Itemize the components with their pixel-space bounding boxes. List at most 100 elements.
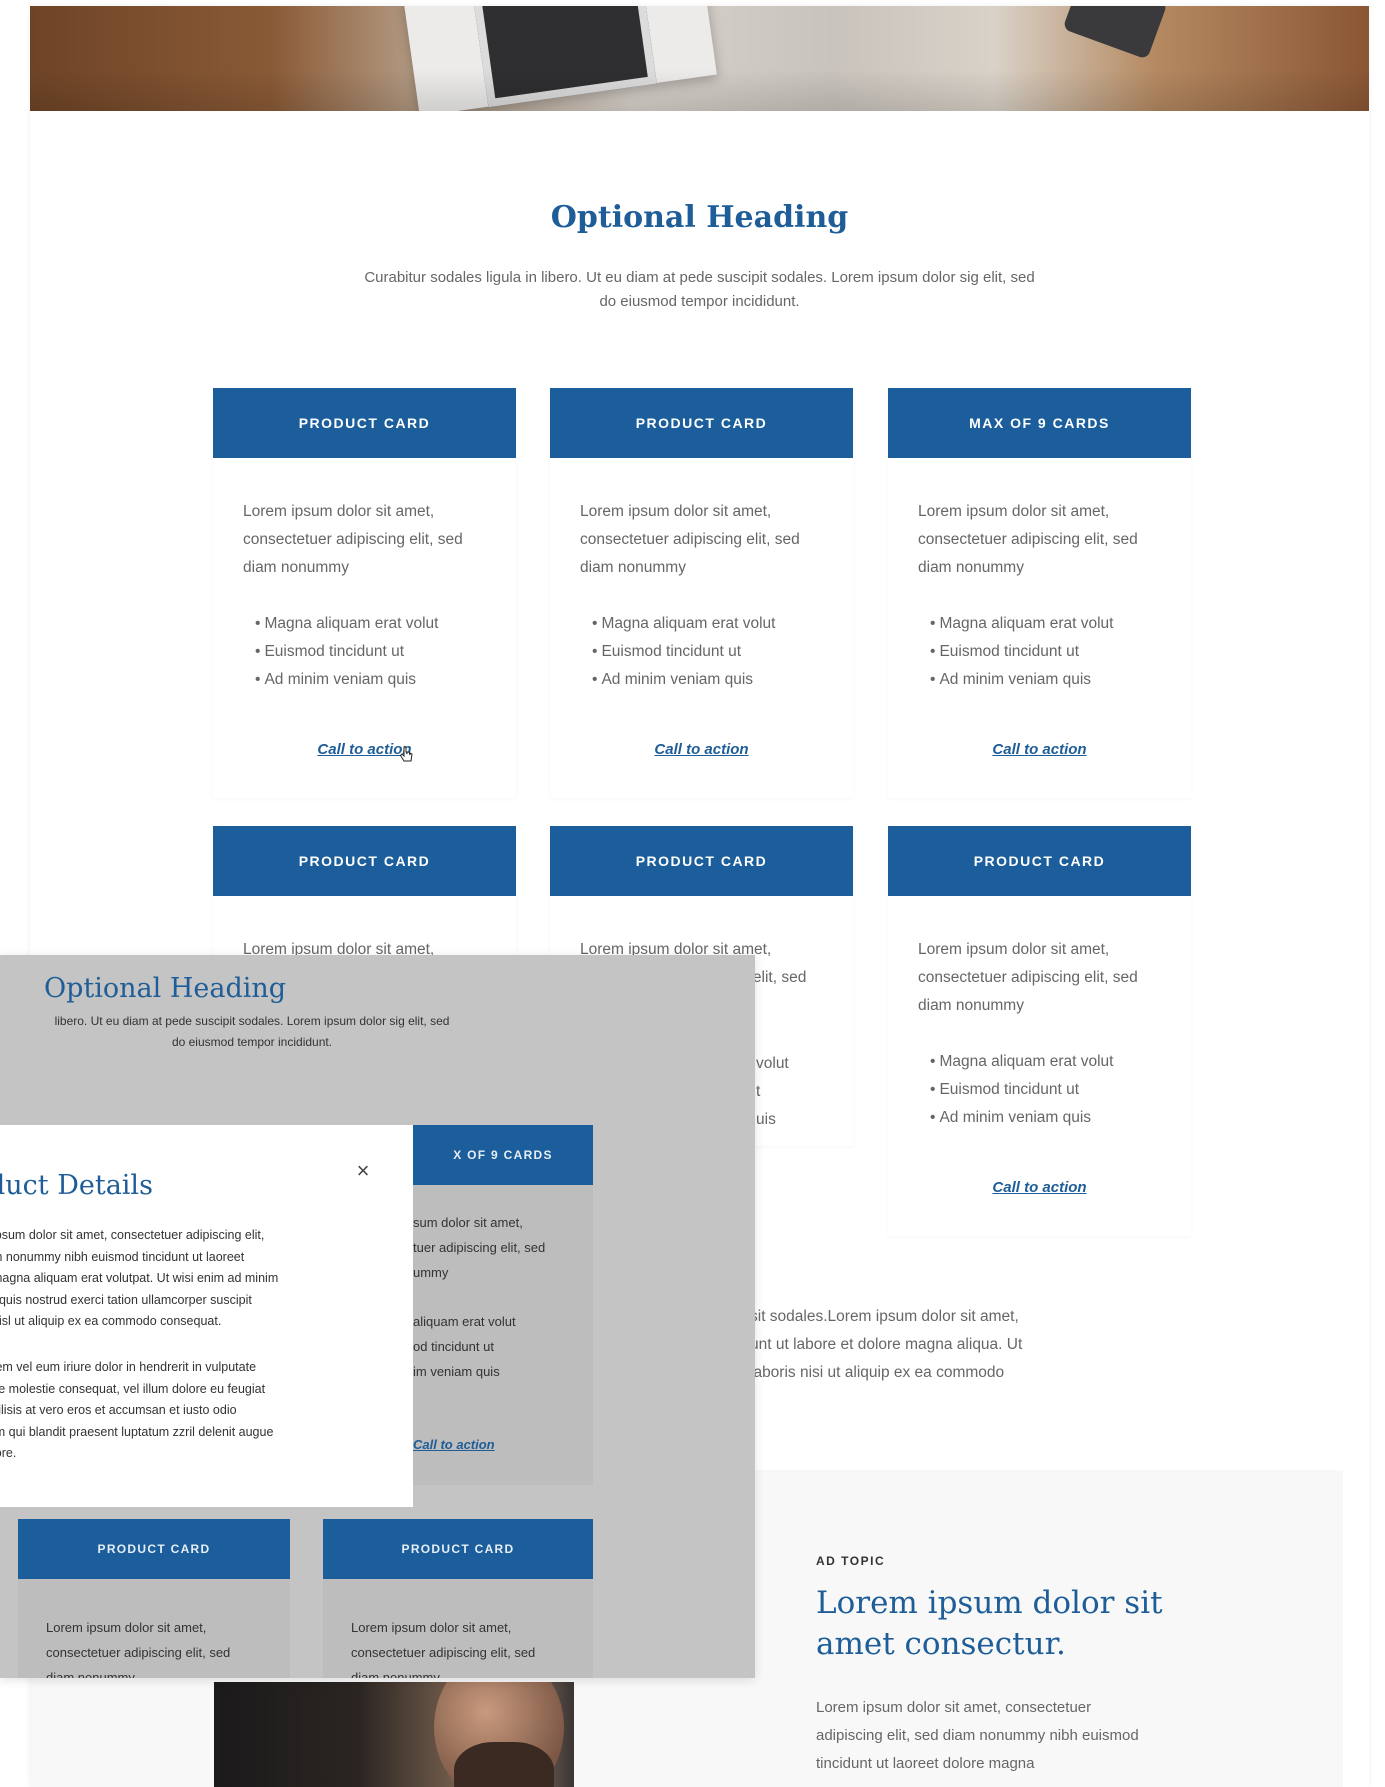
modal-line: se molestie consequat, vel illum dolore …	[0, 1381, 266, 1396]
ad-title-line: Lorem ipsum dolor sit	[816, 1585, 1163, 1621]
paragraph-line: unt ut labore et dolore magna aliqua. Ut	[750, 1336, 1023, 1353]
modal-title: duct Details	[0, 1170, 153, 1201]
card-text-line: Lorem ipsum dolor sit amet,	[918, 503, 1110, 520]
product-card-1: PRODUCT CARD Lorem ipsum dolor sit amet,…	[213, 388, 516, 798]
card-text-line: diam nonummy	[351, 1670, 440, 1678]
bullet-item: Magna aliquam erat volut	[592, 610, 823, 638]
product-card-2: PRODUCT CARD Lorem ipsum dolor sit amet,…	[550, 388, 853, 798]
card-text-line: ummy	[413, 1265, 449, 1280]
modal-line: tem vel eum iriure dolor in hendrerit in…	[0, 1360, 257, 1374]
product-details-modal: duct Details × ipsum dolor sit amet, con…	[0, 1125, 413, 1507]
card-text-line: diam nonummy	[243, 559, 349, 576]
section-subtitle-line2: do eiusmod tempor incididunt.	[599, 293, 800, 310]
overlay-subtitle: libero. Ut eu diam at pede suscipit soda…	[0, 1011, 512, 1053]
section-subtitle: Curabitur sodales ligula in libero. Ut e…	[30, 266, 1369, 314]
card-body: Lorem ipsum dolor sit amet, consectetuer…	[888, 896, 1191, 1202]
card-header: PRODUCT CARD	[213, 388, 516, 458]
modal-line: nisl ut aliquip ex ea commodo consequat.	[0, 1314, 222, 1328]
section-heading: Optional Heading	[550, 200, 849, 235]
ad-text: Lorem ipsum dolor sit amet, consectetuer…	[816, 1694, 1139, 1778]
call-to-action-link[interactable]: Call to action	[580, 736, 823, 764]
card-text-line: consectetuer adipiscing elit, sed	[46, 1645, 231, 1660]
bullet-item: Ad minim veniam quis	[592, 666, 823, 694]
modal-line: ipsum dolor sit amet, consectetuer adipi…	[0, 1228, 265, 1242]
card-text-line: diam nonummy	[918, 997, 1024, 1014]
bullet-item: od tincidunt ut	[413, 1339, 494, 1354]
ad-text-line: Lorem ipsum dolor sit amet, consectetuer	[816, 1699, 1092, 1716]
card-text-line: consectetuer adipiscing elit, sed	[351, 1645, 536, 1660]
card-body: Lorem ipsum dolor sit amet,	[213, 896, 516, 964]
card-text-line: sum dolor sit amet,	[413, 1215, 523, 1230]
modal-line: im qui blandit praesent luptatum zzril d…	[0, 1424, 274, 1439]
modal-line: m nonummy nibh euismod tincidunt ut laor…	[0, 1249, 245, 1264]
bullet-item: Ad minim veniam quis	[930, 1104, 1161, 1132]
modal-line: cilisis at vero eros et accumsan et iust…	[0, 1403, 237, 1417]
product-card-3: MAX OF 9 CARDS Lorem ipsum dolor sit ame…	[888, 388, 1191, 798]
card-body: Lorem ipsum dolor sit amet, consectetuer…	[550, 458, 853, 764]
overlay-subtitle-line2: do eiusmod tempor incididunt.	[171, 1035, 333, 1049]
card-text-line: tuer adipiscing elit, sed	[413, 1240, 546, 1255]
card-header: X OF 9 CARDS	[413, 1125, 593, 1185]
modal-line: , quis nostrud exerci tation ullamcorper…	[0, 1292, 252, 1307]
card-text-line: diam nonummy	[46, 1670, 135, 1678]
ad-text-line: adipiscing elit, sed diam nonummy nibh e…	[816, 1727, 1139, 1744]
bullet-item: Magna aliquam erat volut	[255, 610, 486, 638]
ad-title: Lorem ipsum dolor sit amet consectur.	[816, 1583, 1163, 1665]
modal-overlay[interactable]: Optional Heading libero. Ut eu diam at p…	[0, 955, 755, 1678]
bullet-item: im veniam quis	[413, 1364, 500, 1379]
card-text-line: Lorem ipsum dolor sit amet,	[351, 1620, 512, 1635]
card-text-line: consectetuer adipiscing elit, sed	[243, 531, 463, 548]
bullet-item: Ad minim veniam quis	[930, 666, 1161, 694]
modal-line: magna aliquam erat volutpat. Ut wisi eni…	[0, 1271, 279, 1285]
card-header: PRODUCT CARD	[888, 826, 1191, 896]
card-header: MAX OF 9 CARDS	[888, 388, 1191, 458]
card-text-line: diam nonummy	[580, 559, 686, 576]
bullet-item: aliquam erat volut	[413, 1314, 516, 1329]
card-text-line: consectetuer adipiscing elit, sed	[918, 531, 1138, 548]
modal-paragraph: tem vel eum iriure dolor in hendrerit in…	[0, 1357, 273, 1465]
bullet-item: Ad minim veniam quis	[255, 666, 486, 694]
modal-paragraph: ipsum dolor sit amet, consectetuer adipi…	[0, 1225, 278, 1333]
ad-photo	[214, 1682, 574, 1787]
call-to-action-link[interactable]: Call to action	[918, 736, 1161, 764]
hand-pointer-icon	[399, 746, 413, 762]
card-header: PRODUCT CARD	[18, 1519, 290, 1579]
card-body: Lorem ipsum dolor sit amet, consectetuer…	[213, 458, 516, 764]
hero-shade	[30, 6, 1369, 111]
card-text-line: diam nonummy	[918, 559, 1024, 576]
product-card-6: PRODUCT CARD Lorem ipsum dolor sit amet,…	[888, 826, 1191, 1236]
card-text-line: Lorem ipsum dolor sit amet,	[46, 1620, 207, 1635]
call-to-action-link[interactable]: Call to action	[918, 1174, 1161, 1202]
section-subtitle-line1: Curabitur sodales ligula in libero. Ut e…	[364, 269, 1035, 286]
photo-beard	[454, 1742, 554, 1787]
bullet-item: Euismod tincidunt ut	[930, 1076, 1161, 1104]
overlay-subtitle-line1: libero. Ut eu diam at pede suscipit soda…	[54, 1014, 450, 1028]
hero-image	[30, 6, 1369, 111]
card-bullets: Magna aliquam erat volut Euismod tincidu…	[918, 1048, 1161, 1132]
paragraph-line: sit sodales.Lorem ipsum dolor sit amet,	[750, 1308, 1019, 1325]
overlay-heading: Optional Heading	[44, 973, 287, 1004]
overlay-card-max: X OF 9 CARDS	[413, 1125, 593, 1485]
card-bullets: Magna aliquam erat volut Euismod tincidu…	[580, 610, 823, 694]
modal-line: lore.	[0, 1446, 17, 1460]
card-text-line: Lorem ipsum dolor sit amet,	[580, 503, 772, 520]
intro-paragraph: sit sodales.Lorem ipsum dolor sit amet, …	[750, 1303, 1022, 1387]
bullet-item: Magna aliquam erat volut	[930, 610, 1161, 638]
card-header: PRODUCT CARD	[213, 826, 516, 896]
close-icon[interactable]: ×	[352, 1160, 374, 1182]
card-header: PRODUCT CARD	[550, 388, 853, 458]
card-bullets: Magna aliquam erat volut Euismod tincidu…	[918, 610, 1161, 694]
bullet-item: Euismod tincidunt ut	[930, 638, 1161, 666]
bullet-item: Magna aliquam erat volut	[930, 1048, 1161, 1076]
card-text-line: Lorem ipsum dolor sit amet,	[243, 503, 435, 520]
ad-text-line: tincidunt ut laoreet dolore magna	[816, 1755, 1035, 1772]
card-body: Lorem ipsum dolor sit amet, consectetuer…	[888, 458, 1191, 764]
call-to-action-link[interactable]: Call to action	[243, 736, 486, 764]
paragraph-line: laboris nisi ut aliquip ex ea commodo	[750, 1364, 1005, 1381]
call-to-action-link[interactable]: Call to action	[413, 1437, 495, 1452]
card-text-line: consectetuer adipiscing elit, sed	[580, 531, 800, 548]
bullet-item: Euismod tincidunt ut	[255, 638, 486, 666]
card-header: PRODUCT CARD	[550, 826, 853, 896]
bullet-item: Euismod tincidunt ut	[592, 638, 823, 666]
card-text-line: consectetuer adipiscing elit, sed	[918, 969, 1138, 986]
